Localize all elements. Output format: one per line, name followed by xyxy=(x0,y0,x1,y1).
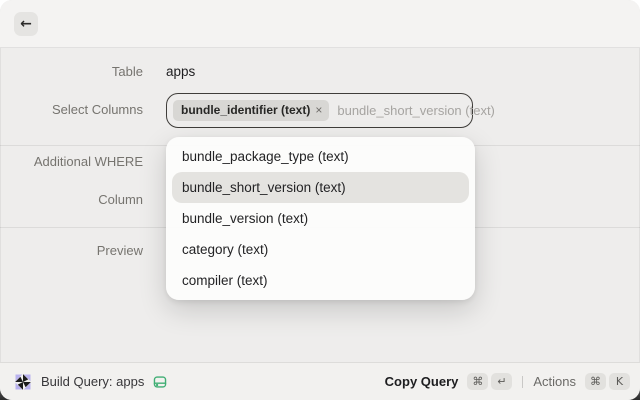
footer-group-divider xyxy=(522,376,523,388)
actions-button[interactable]: Actions ⌘ K xyxy=(533,373,630,390)
dropdown-item-bundle-package-type[interactable]: bundle_package_type (text) xyxy=(172,141,469,172)
actions-label: Actions xyxy=(533,374,576,389)
table-field-label: Table xyxy=(0,64,143,80)
select-columns-input[interactable]: bundle_identifier (text) × bundle_short_… xyxy=(166,93,473,128)
selected-column-tag[interactable]: bundle_identifier (text) × xyxy=(173,100,329,121)
copy-query-label: Copy Query xyxy=(385,374,459,389)
selected-column-tag-label: bundle_identifier (text) xyxy=(181,103,310,117)
raycast-window: ← Table apps Select Columns bundle_ident… xyxy=(0,0,640,400)
cmd-key-icon: ⌘ xyxy=(585,373,606,390)
dropdown-item-bundle-version[interactable]: bundle_version (text) xyxy=(172,203,469,234)
dropdown-item-category[interactable]: category (text) xyxy=(172,234,469,265)
dropdown-item-bundle-short-version[interactable]: bundle_short_version (text) xyxy=(172,172,469,203)
footer-action-bar: Build Query: apps Copy Query ⌘ ↵ Actions… xyxy=(0,362,640,400)
copy-query-button[interactable]: Copy Query ⌘ ↵ xyxy=(385,373,513,390)
dropdown-item-compiler[interactable]: compiler (text) xyxy=(172,265,469,296)
select-columns-field-label: Select Columns xyxy=(0,102,143,118)
preview-field-label: Preview xyxy=(0,243,143,259)
database-drive-icon xyxy=(153,375,167,389)
k-key-icon: K xyxy=(609,373,630,390)
column-search-placeholder: bundle_short_version (text) xyxy=(337,103,495,118)
cmd-key-icon: ⌘ xyxy=(467,373,488,390)
additional-where-field-label: Additional WHERE xyxy=(0,154,143,170)
status-text: Build Query: apps xyxy=(41,374,144,389)
back-button[interactable]: ← xyxy=(14,12,38,36)
header-bar: ← xyxy=(0,0,640,48)
return-key-icon: ↵ xyxy=(491,373,512,390)
table-field-value[interactable]: apps xyxy=(166,64,195,80)
remove-tag-icon[interactable]: × xyxy=(315,104,322,116)
column-field-label: Column xyxy=(0,192,143,208)
column-suggestions-dropdown: bundle_package_type (text) bundle_short_… xyxy=(166,137,475,300)
extension-pinwheel-icon xyxy=(14,373,32,391)
